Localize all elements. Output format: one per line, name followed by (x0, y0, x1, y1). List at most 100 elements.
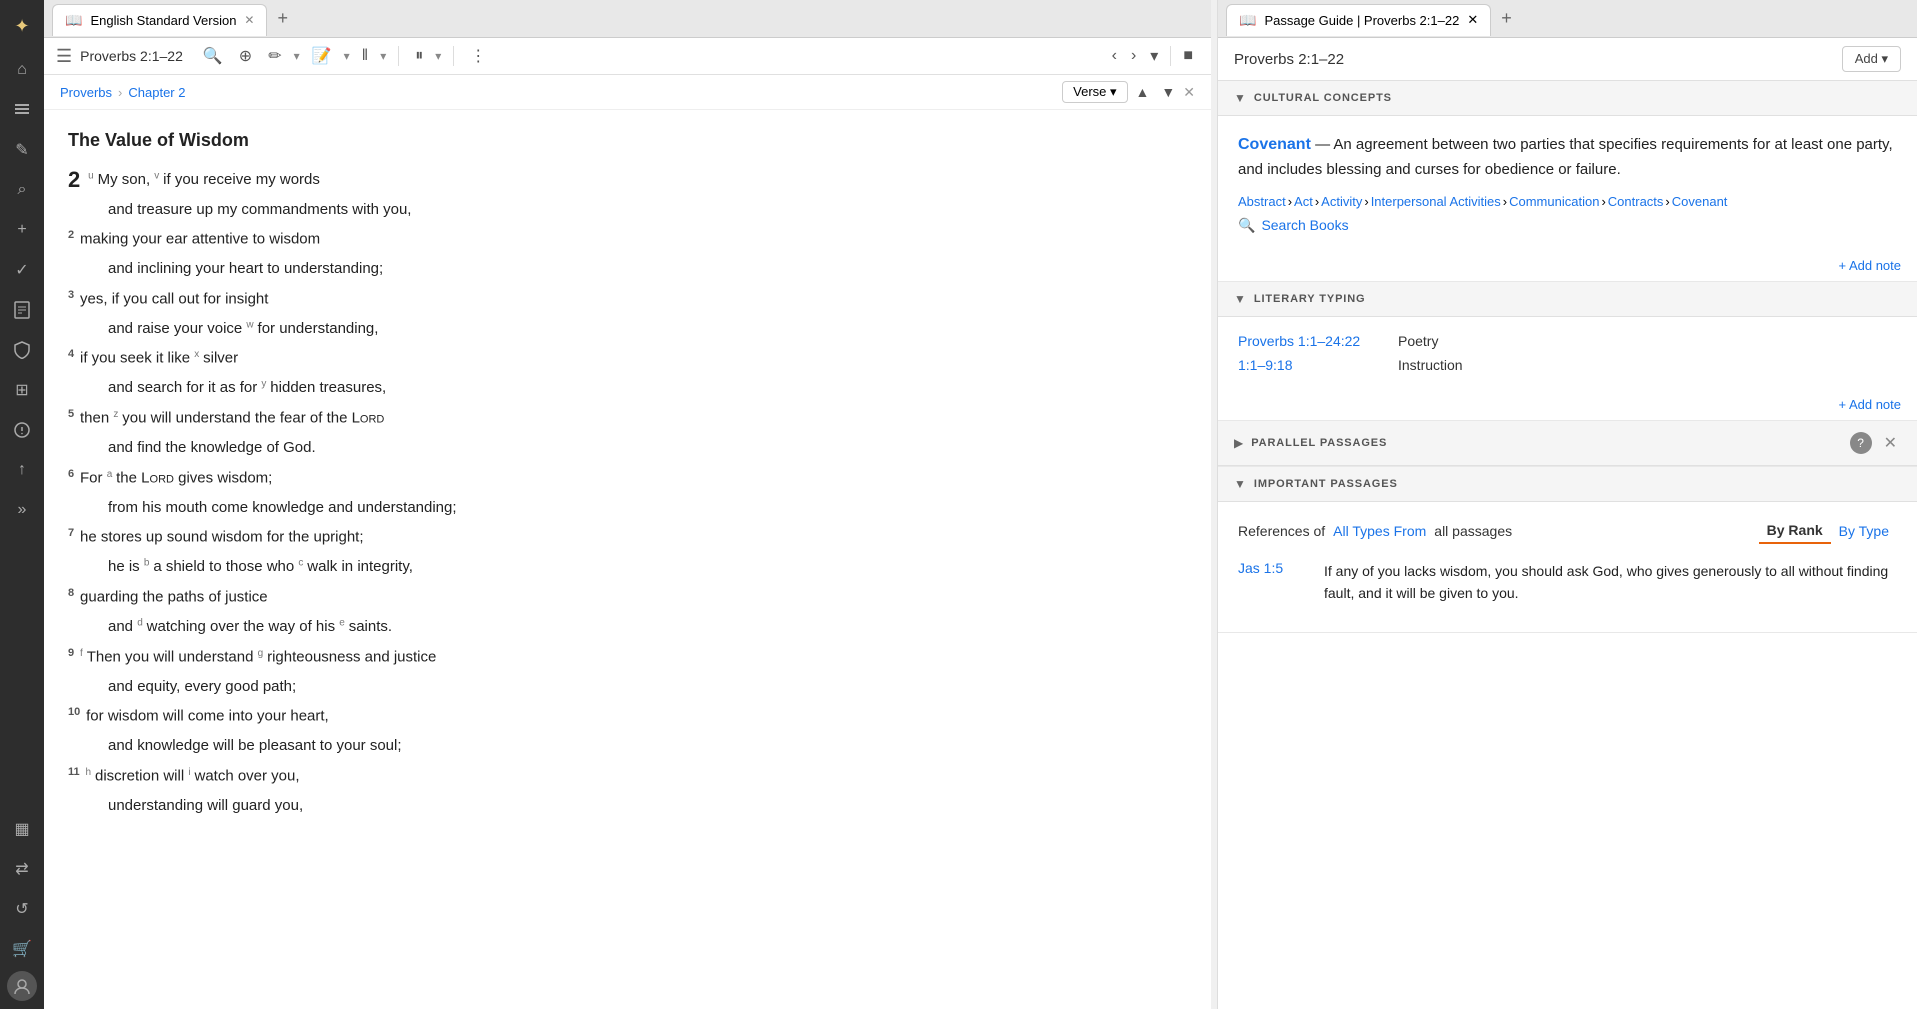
new-tab-button[interactable]: + (271, 8, 294, 29)
note-dropdown[interactable]: ▾ (344, 49, 350, 63)
breadcrumb-covenant[interactable]: Covenant (1672, 194, 1728, 209)
layout-icon[interactable]: ▦ (4, 811, 40, 847)
literary-ref-2[interactable]: 1:1–9:18 (1238, 357, 1378, 373)
verse-indent-4: and search for it as for y hidden treasu… (68, 375, 1187, 401)
document-icon[interactable] (4, 292, 40, 328)
literary-table: Proverbs 1:1–24:22 Poetry 1:1–9:18 Instr… (1238, 333, 1897, 373)
important-passages-filter-row: References of All Types From all passage… (1238, 518, 1897, 544)
breadcrumb-communication[interactable]: Communication (1509, 194, 1599, 209)
library-icon[interactable] (4, 92, 40, 128)
verse-row-4: 4 if you seek it like x silver (68, 345, 1187, 371)
by-type-tab[interactable]: By Type (1831, 519, 1897, 543)
verse-num-3: 3 (68, 289, 74, 301)
pause-icon[interactable]: ⏸ (411, 45, 427, 67)
right-panel-content: ▼ CULTURAL CONCEPTS Covenant — An agreem… (1218, 81, 1917, 1009)
plus-icon[interactable]: + (4, 212, 40, 248)
cultural-concepts-header[interactable]: ▼ CULTURAL CONCEPTS (1218, 81, 1917, 116)
verse-sup-u: u (88, 170, 94, 181)
passage-guide-tab-close[interactable]: ✕ (1467, 12, 1478, 28)
important-passage-ref[interactable]: Jas 1:5 (1238, 560, 1308, 605)
all-passages-text: all passages (1434, 523, 1512, 539)
cart-icon[interactable]: 🛒 (4, 931, 40, 967)
verse-parallel-dropdown[interactable]: ▾ (380, 49, 386, 63)
parallel-passages-close-button[interactable]: ✕ (1880, 431, 1901, 455)
verse-num-4: 4 (68, 348, 74, 360)
cultural-concepts-add-note[interactable]: + Add note (1218, 250, 1917, 281)
verse-num-7: 7 (68, 527, 74, 539)
highlight-dropdown[interactable]: ▾ (294, 49, 300, 63)
search-toolbar-icon[interactable]: 🔍 (199, 44, 227, 68)
breadcrumb-activity[interactable]: Activity (1321, 194, 1362, 209)
toolbar-divider (398, 46, 399, 66)
menu-icon[interactable]: ☰ (56, 46, 72, 67)
passage-guide-tab-icon: 📖 (1239, 12, 1256, 29)
verse-row-11: 11 h discretion will i watch over you, (68, 763, 1187, 789)
home-icon[interactable]: ⌂ (4, 52, 40, 88)
breadcrumb-act[interactable]: Act (1294, 194, 1313, 209)
esv-tab-close[interactable]: ✕ (244, 13, 254, 27)
passage-guide-tab-title: Passage Guide | Proverbs 2:1–22 (1264, 13, 1459, 28)
upload-icon[interactable]: ↑ (4, 452, 40, 488)
references-text: References of (1238, 523, 1325, 539)
verse-row-2b: 2 making your ear attentive to wisdom (68, 226, 1187, 252)
check-icon[interactable]: ✓ (4, 252, 40, 288)
by-rank-tab[interactable]: By Rank (1759, 518, 1831, 544)
grid-icon[interactable]: ⊞ (4, 372, 40, 408)
tools-icon[interactable]: ⊕ (235, 44, 256, 68)
toolbar-nav: ‹ › ▾ ■ (1106, 44, 1199, 68)
note-icon[interactable]: 📝 (308, 44, 336, 68)
nav-dropdown-button[interactable]: ▾ (1144, 44, 1164, 68)
search-books-link[interactable]: Search Books (1261, 217, 1348, 233)
parallel-passages-help-button[interactable]: ? (1850, 432, 1872, 454)
verse-close-button[interactable]: ✕ (1183, 84, 1195, 101)
literary-ref-1[interactable]: Proverbs 1:1–24:22 (1238, 333, 1378, 349)
important-passages-chevron: ▼ (1234, 477, 1246, 491)
refresh-icon[interactable]: ↺ (4, 891, 40, 927)
breadcrumb: Proverbs › Chapter 2 Verse ▾ ▲ ▼ ✕ (44, 75, 1211, 110)
concept-description: Covenant — An agreement between two part… (1238, 132, 1897, 182)
passage-guide-tab[interactable]: 📖 Passage Guide | Proverbs 2:1–22 ✕ (1226, 4, 1491, 36)
search-sidebar-icon[interactable]: ⌕ (4, 172, 40, 208)
esv-tab[interactable]: 📖 English Standard Version ✕ (52, 4, 267, 36)
literary-typing-header[interactable]: ▼ LITERARY TYPING (1218, 282, 1917, 317)
shield-icon[interactable] (4, 332, 40, 368)
concept-name[interactable]: Covenant (1238, 136, 1311, 153)
breadcrumb-interpersonal[interactable]: Interpersonal Activities (1371, 194, 1501, 209)
more-icon[interactable]: ⋮ (466, 44, 490, 68)
transfer-icon[interactable]: ⇄ (4, 851, 40, 887)
literary-typing-title: LITERARY TYPING (1254, 293, 1366, 305)
pause-dropdown[interactable]: ▾ (435, 49, 441, 63)
right-reference: Proverbs 2:1–22 (1234, 51, 1344, 68)
verse-row-5: 5 then z you will understand the fear of… (68, 405, 1187, 431)
breadcrumb-contracts[interactable]: Contracts (1608, 194, 1664, 209)
highlight-icon[interactable]: ✏ (264, 44, 285, 68)
verse-type-button[interactable]: Verse ▾ (1062, 81, 1127, 103)
brand-icon[interactable]: ✦ (4, 8, 40, 44)
nav-next-button[interactable]: › (1125, 45, 1142, 67)
verse-indent-2c: and inclining your heart to understandin… (68, 256, 1187, 282)
breadcrumb-chapter[interactable]: Chapter 2 (128, 85, 185, 100)
verse-indent-9: and equity, every good path; (68, 674, 1187, 700)
edit-icon[interactable]: ✎ (4, 132, 40, 168)
parallel-passages-header[interactable]: ▶ PARALLEL PASSAGES ? ✕ (1218, 421, 1917, 466)
nav-stop-button[interactable]: ■ (1177, 45, 1199, 67)
verse-parallel-icon[interactable]: ‖ (358, 45, 373, 67)
important-passages-title: IMPORTANT PASSAGES (1254, 478, 1398, 490)
breadcrumb-book[interactable]: Proverbs (60, 85, 112, 100)
important-passages-header[interactable]: ▼ IMPORTANT PASSAGES (1218, 467, 1917, 502)
cultural-concepts-chevron: ▼ (1234, 91, 1246, 105)
breadcrumb-abstract[interactable]: Abstract (1238, 194, 1286, 209)
all-types-from-link[interactable]: All Types From (1333, 523, 1426, 539)
cultural-concepts-section: ▼ CULTURAL CONCEPTS Covenant — An agreem… (1218, 81, 1917, 282)
verse-num-10: 10 (68, 706, 80, 718)
add-button[interactable]: Add ▾ (1842, 46, 1901, 72)
alert-icon[interactable] (4, 412, 40, 448)
nav-prev-button[interactable]: ‹ (1106, 45, 1123, 67)
avatar-icon[interactable] (7, 971, 37, 1001)
expand-icon[interactable]: » (4, 492, 40, 528)
verse-down-button[interactable]: ▼ (1157, 82, 1179, 102)
important-passages-section: ▼ IMPORTANT PASSAGES References of All T… (1218, 467, 1917, 634)
verse-up-button[interactable]: ▲ (1132, 82, 1154, 102)
right-new-tab-button[interactable]: + (1495, 8, 1518, 29)
literary-typing-add-note[interactable]: + Add note (1218, 389, 1917, 420)
